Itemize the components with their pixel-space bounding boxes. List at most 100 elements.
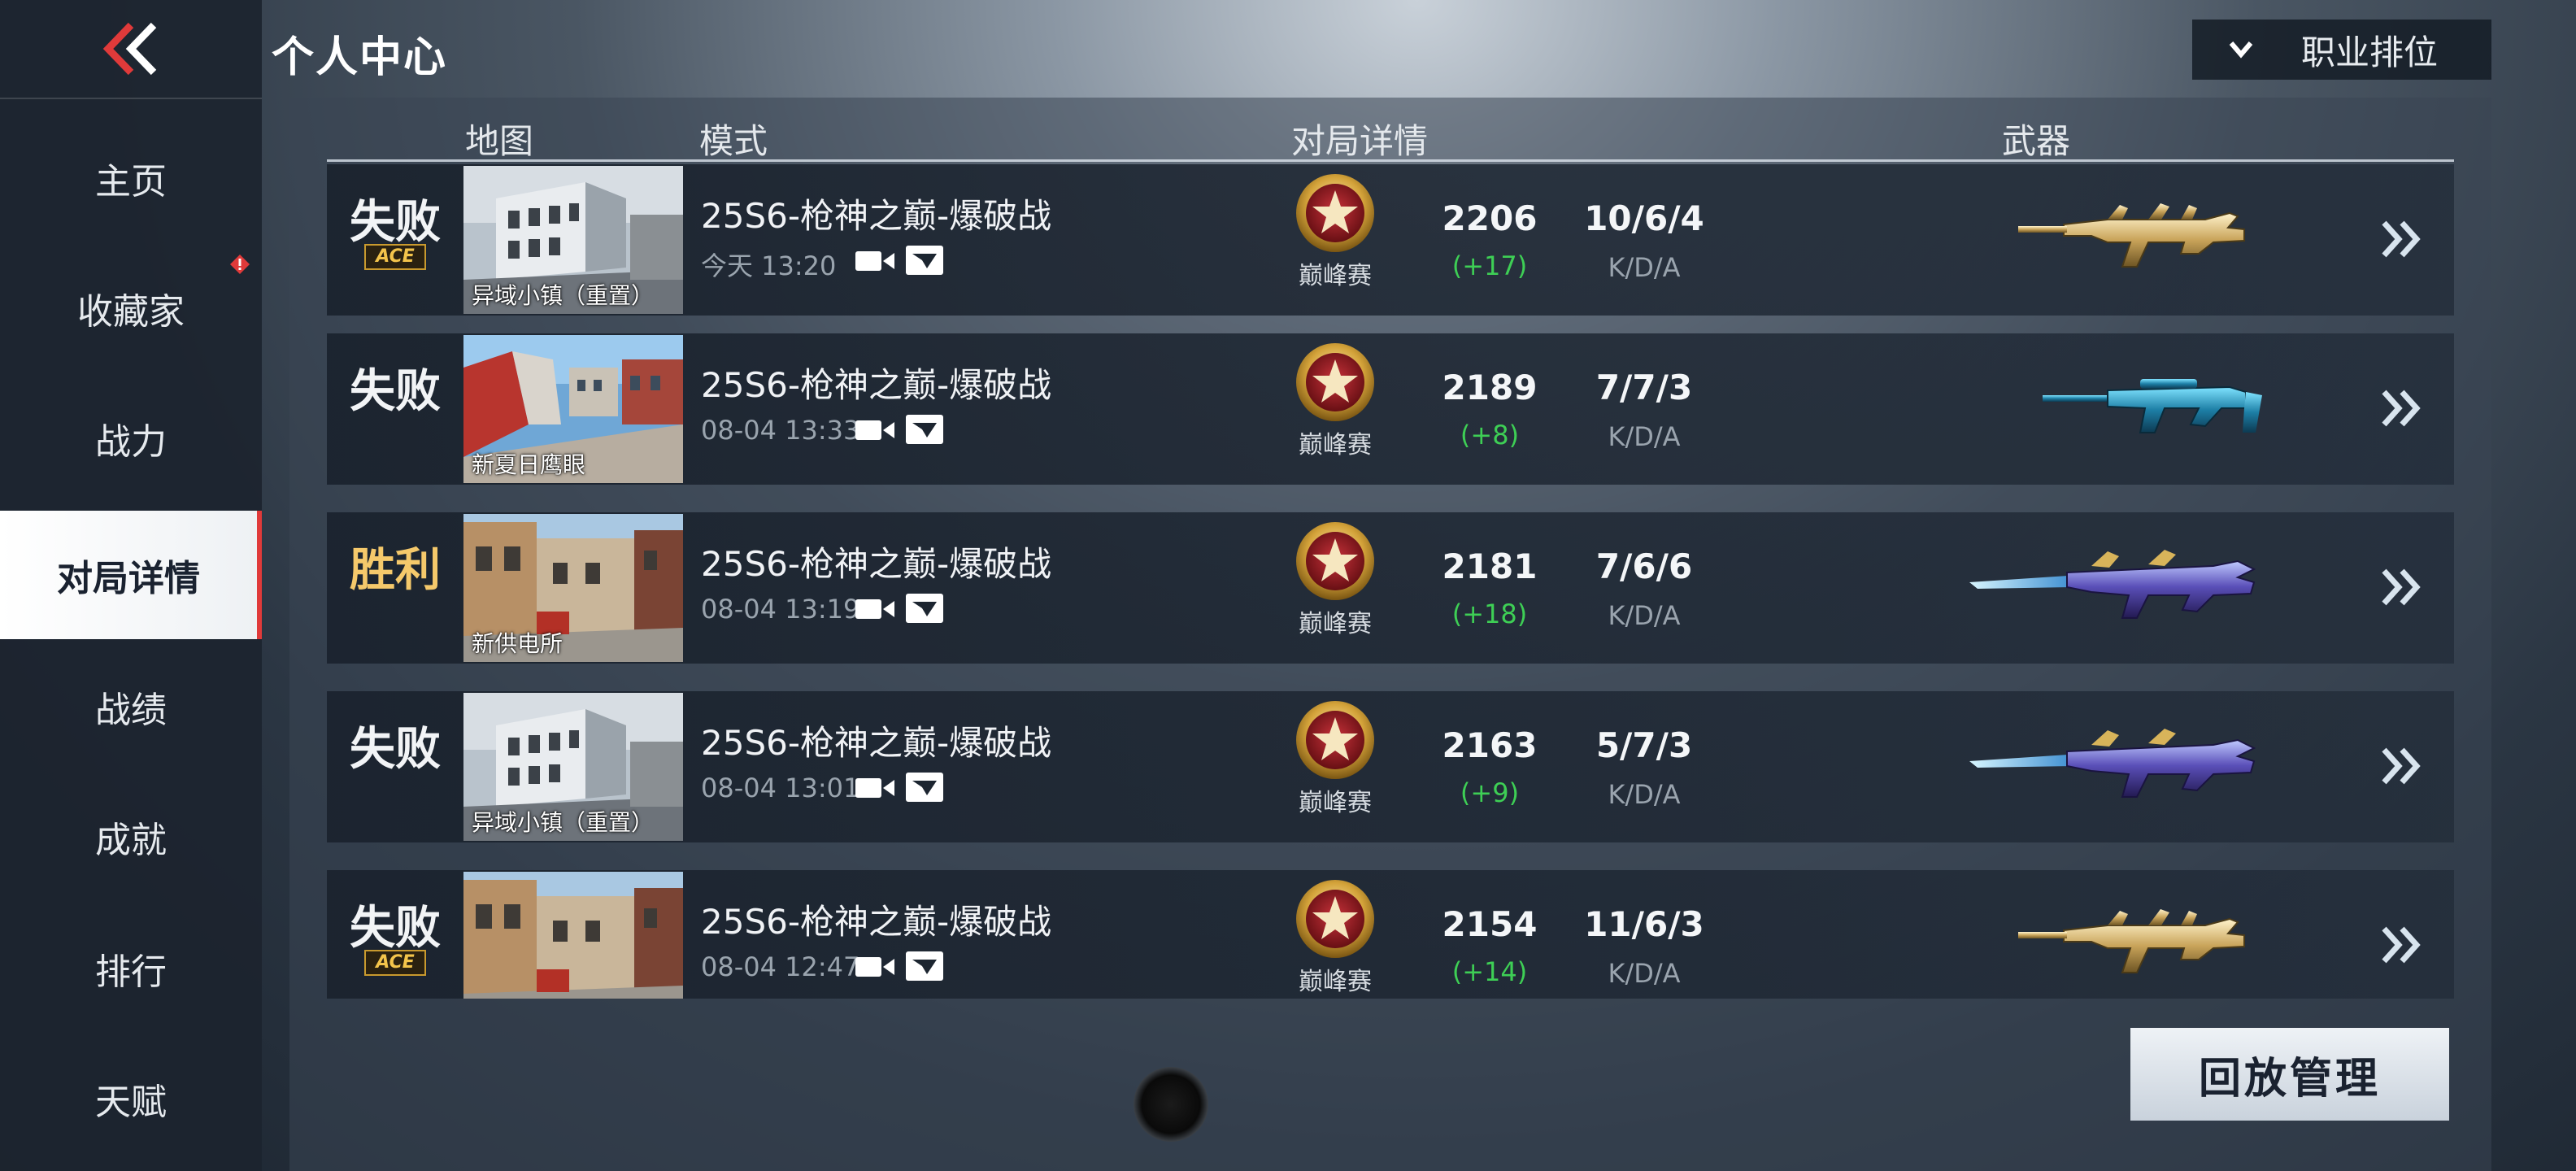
share-card-icon[interactable] bbox=[906, 246, 943, 275]
kda-value: 7/7/3 bbox=[1595, 368, 1693, 407]
map-name: 异域小镇（重置） bbox=[472, 809, 655, 836]
peak-match-medal-icon bbox=[1296, 522, 1374, 600]
double-chevron-right-icon[interactable] bbox=[2376, 743, 2425, 789]
column-header-mode: 模式 bbox=[699, 121, 768, 161]
column-header-details: 对局详情 bbox=[1291, 121, 1429, 161]
sidebar: 主页 收藏家 战力 对局详情 战绩 成就 排行 天赋 bbox=[0, 0, 262, 1171]
column-header-weapon: 武器 bbox=[2002, 121, 2071, 161]
medal-label: 巅峰赛 bbox=[1299, 431, 1372, 459]
rank-score: 2206 bbox=[1442, 198, 1538, 238]
peak-match-medal-icon bbox=[1296, 343, 1374, 421]
rank-score: 2189 bbox=[1442, 368, 1538, 407]
kda-value: 5/7/3 bbox=[1595, 725, 1693, 765]
back-button[interactable] bbox=[0, 0, 262, 99]
video-camera-icon[interactable] bbox=[855, 776, 894, 800]
video-camera-icon[interactable] bbox=[855, 955, 894, 979]
medal-label: 巅峰赛 bbox=[1299, 262, 1372, 290]
ace-badge: ACE bbox=[364, 244, 426, 270]
sidebar-item-match-details[interactable]: 对局详情 bbox=[0, 511, 262, 639]
match-result: 失败 bbox=[350, 196, 441, 249]
share-card-icon[interactable] bbox=[906, 415, 943, 444]
rank-score: 2154 bbox=[1442, 904, 1538, 944]
double-chevron-right-icon[interactable] bbox=[2376, 922, 2425, 968]
header-divider bbox=[327, 159, 2454, 162]
floating-orb-button[interactable] bbox=[1134, 1067, 1208, 1142]
video-camera-icon[interactable] bbox=[855, 249, 894, 273]
rank-dropdown[interactable]: 职业排位 bbox=[2192, 20, 2491, 80]
column-header-map: 地图 bbox=[465, 121, 534, 161]
match-mode: 25S6-枪神之巅-爆破战 bbox=[701, 902, 1052, 942]
score-delta: (+8) bbox=[1460, 420, 1520, 451]
kda-value: 10/6/4 bbox=[1584, 198, 1704, 238]
medal-label: 巅峰赛 bbox=[1299, 789, 1372, 817]
double-chevron-left-icon bbox=[102, 22, 157, 76]
blue-sniper-icon bbox=[2043, 379, 2262, 433]
rank-score: 2181 bbox=[1442, 546, 1538, 586]
peak-match-medal-icon bbox=[1296, 701, 1374, 779]
match-result: 失败 bbox=[350, 723, 441, 776]
peak-match-medal-icon bbox=[1296, 880, 1374, 958]
match-time: 08-04 12:47 bbox=[701, 951, 860, 982]
sidebar-item-power[interactable]: 战力 bbox=[0, 374, 262, 503]
share-card-icon[interactable] bbox=[906, 951, 943, 981]
alert-icon bbox=[230, 255, 250, 274]
map-thumbnail bbox=[463, 872, 683, 999]
gold-rifle-icon bbox=[2018, 203, 2245, 268]
ace-badge: ACE bbox=[364, 950, 426, 976]
match-row[interactable]: 失败 ACE 25S6-枪神之巅-爆破战 08-04 12:47 巅峰赛 215… bbox=[327, 870, 2454, 999]
match-mode: 25S6-枪神之巅-爆破战 bbox=[701, 196, 1052, 236]
map-thumbnail: 异域小镇（重置） bbox=[463, 693, 683, 841]
peak-match-medal-icon bbox=[1296, 174, 1374, 252]
kda-label: K/D/A bbox=[1608, 779, 1681, 810]
sidebar-item-ranking[interactable]: 排行 bbox=[0, 904, 262, 1033]
double-chevron-right-icon[interactable] bbox=[2376, 564, 2425, 610]
match-result: 失败 bbox=[350, 902, 441, 955]
kda-value: 11/6/3 bbox=[1584, 904, 1704, 944]
video-camera-icon[interactable] bbox=[855, 597, 894, 621]
page-title: 个人中心 bbox=[272, 33, 448, 82]
map-name: 异域小镇（重置） bbox=[472, 282, 655, 309]
kda-label: K/D/A bbox=[1608, 958, 1681, 989]
sidebar-item-talent[interactable]: 天赋 bbox=[0, 1034, 262, 1163]
match-row[interactable]: 失败 ACE 异域小镇（重置） 25S6-枪神之巅-爆破战 今天 13:20 巅… bbox=[327, 164, 2454, 316]
map-thumbnail: 异域小镇（重置） bbox=[463, 166, 683, 314]
sidebar-item-achievements[interactable]: 成就 bbox=[0, 773, 262, 901]
map-thumbnail: 新供电所 bbox=[463, 514, 683, 662]
match-row[interactable]: 失败 异域小镇（重置） 25S6-枪神之巅-爆破战 08-04 13:01 巅峰… bbox=[327, 691, 2454, 842]
chevron-down-icon bbox=[2229, 41, 2253, 59]
sidebar-item-collector[interactable]: 收藏家 bbox=[0, 244, 262, 372]
match-row[interactable]: 胜利 新供电所 25S6-枪神之巅-爆破战 08-04 13:19 巅峰赛 21… bbox=[327, 512, 2454, 664]
match-row[interactable]: 失败 新夏日鹰眼 25S6-枪神之巅-爆破战 08-04 13:33 巅峰赛 2… bbox=[327, 333, 2454, 485]
purple-blade-rifle-icon bbox=[1969, 729, 2256, 798]
sidebar-item-home[interactable]: 主页 bbox=[0, 114, 262, 242]
match-mode: 25S6-枪神之巅-爆破战 bbox=[701, 723, 1052, 763]
match-list: 失败 ACE 异域小镇（重置） 25S6-枪神之巅-爆破战 今天 13:20 巅… bbox=[289, 163, 2491, 999]
kda-value: 7/6/6 bbox=[1595, 546, 1693, 586]
replay-manager-button[interactable]: 回放管理 bbox=[2130, 1028, 2449, 1121]
kda-label: K/D/A bbox=[1608, 421, 1681, 452]
sidebar-item-records[interactable]: 战绩 bbox=[0, 642, 262, 771]
rank-score: 2163 bbox=[1442, 725, 1538, 765]
kda-label: K/D/A bbox=[1608, 252, 1681, 283]
share-card-icon[interactable] bbox=[906, 594, 943, 623]
match-mode: 25S6-枪神之巅-爆破战 bbox=[701, 365, 1052, 405]
purple-blade-rifle-icon bbox=[1969, 550, 2256, 619]
rank-dropdown-label: 职业排位 bbox=[2301, 32, 2439, 72]
gold-rifle-icon bbox=[2018, 909, 2245, 973]
match-mode: 25S6-枪神之巅-爆破战 bbox=[701, 544, 1052, 584]
score-delta: (+14) bbox=[1451, 956, 1528, 987]
video-camera-icon[interactable] bbox=[855, 418, 894, 442]
score-delta: (+17) bbox=[1451, 250, 1528, 281]
double-chevron-right-icon[interactable] bbox=[2376, 385, 2425, 431]
kda-label: K/D/A bbox=[1608, 600, 1681, 631]
match-time: 08-04 13:01 bbox=[701, 773, 860, 803]
map-name: 新供电所 bbox=[472, 630, 564, 657]
medal-label: 巅峰赛 bbox=[1299, 610, 1372, 638]
medal-label: 巅峰赛 bbox=[1299, 968, 1372, 996]
double-chevron-right-icon[interactable] bbox=[2376, 216, 2425, 262]
score-delta: (+9) bbox=[1460, 777, 1520, 808]
match-time: 08-04 13:19 bbox=[701, 594, 860, 625]
score-delta: (+18) bbox=[1451, 599, 1528, 629]
share-card-icon[interactable] bbox=[906, 773, 943, 802]
map-thumbnail: 新夏日鹰眼 bbox=[463, 335, 683, 483]
